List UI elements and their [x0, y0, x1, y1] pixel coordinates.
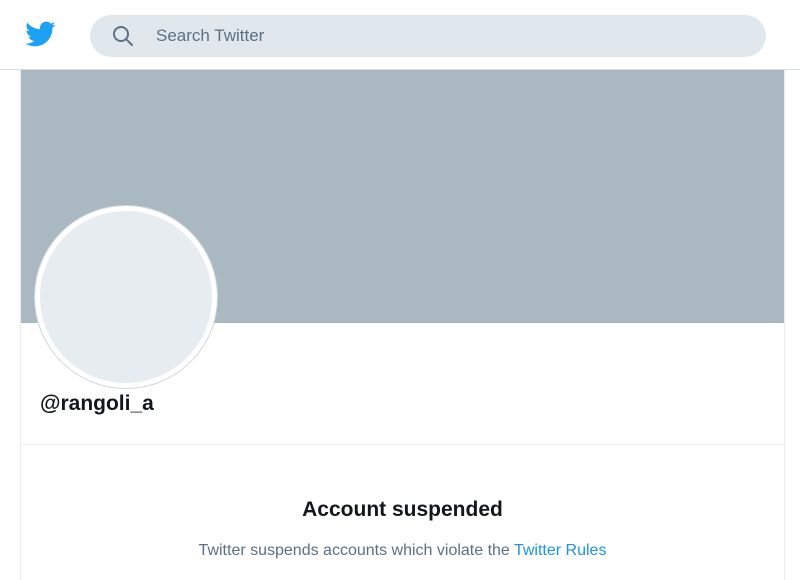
search-input[interactable] — [156, 21, 716, 51]
profile-handle: @rangoli_a — [40, 392, 154, 415]
divider — [21, 444, 784, 445]
search-bar[interactable] — [90, 15, 766, 57]
search-icon — [112, 25, 134, 47]
suspension-notice: Twitter suspends accounts which violate … — [21, 542, 784, 560]
twitter-bird-icon[interactable] — [22, 18, 58, 50]
avatar[interactable] — [35, 206, 217, 388]
twitter-rules-link[interactable]: Twitter Rules — [514, 542, 606, 559]
top-navigation-bar — [0, 0, 800, 70]
suspended-title: Account suspended — [302, 498, 503, 521]
suspension-text: Twitter suspends accounts which violate … — [198, 542, 510, 559]
profile-panel: @rangoli_a Account suspended Twitter sus… — [20, 70, 785, 580]
